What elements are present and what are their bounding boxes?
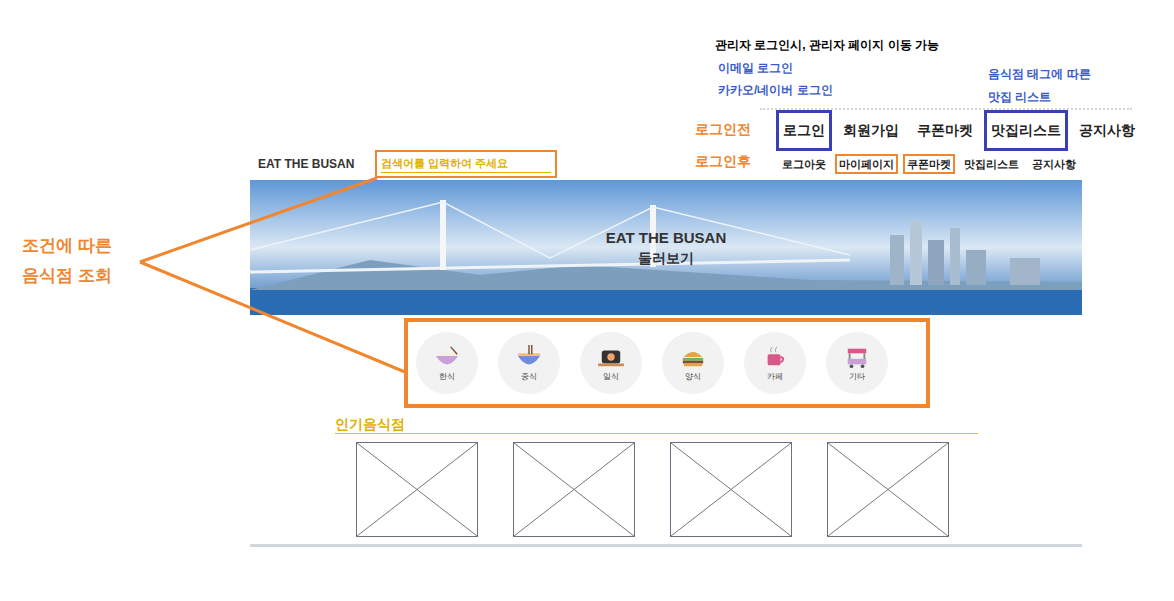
- note-line: 맛집 리스트: [988, 86, 1091, 109]
- restaurant-card[interactable]: [513, 442, 635, 537]
- brand-logo[interactable]: EAT THE BUSAN: [250, 155, 375, 178]
- nav-item[interactable]: 쿠폰마켓: [910, 110, 980, 151]
- before-login-note: 로그인전: [695, 119, 751, 140]
- restaurant-card[interactable]: [356, 442, 478, 537]
- category-button[interactable]: 양식: [662, 332, 724, 394]
- bridge-photo-icon: [250, 180, 1082, 315]
- banner: EAT THE BUSAN둘러보기: [250, 180, 1082, 315]
- page: 로그인회원가입쿠폰마켓맛집리스트공지사항EAT THE BUSAN로그아웃마이페…: [0, 0, 1174, 547]
- category-label: 한식: [439, 372, 455, 382]
- category-button[interactable]: 중식: [498, 332, 560, 394]
- search-condition-note: 조건에 따른음식점 조회: [22, 231, 112, 291]
- food-category-icon: [514, 345, 544, 369]
- category-button[interactable]: 일식: [580, 332, 642, 394]
- category-label: 중식: [521, 372, 537, 382]
- list-note: 음식점 태그에 따른맛집 리스트: [988, 63, 1091, 109]
- nav-item[interactable]: 마이페이지: [835, 154, 898, 175]
- category-button[interactable]: 한식: [416, 332, 478, 394]
- nav-item[interactable]: 맛집리스트: [960, 154, 1023, 175]
- note-line: 이메일 로그인: [718, 57, 833, 79]
- food-category-icon: [596, 345, 626, 369]
- category-button[interactable]: 카페: [744, 332, 806, 394]
- search-input[interactable]: [381, 155, 551, 173]
- popular-cards: [356, 442, 1174, 537]
- footer-line: [250, 544, 1082, 547]
- category-label: 기타: [849, 372, 865, 382]
- note-line: 음식점 조회: [22, 261, 112, 291]
- food-category-icon: [760, 345, 790, 369]
- image-placeholder-icon: [514, 443, 634, 536]
- popular-heading: 인기음식점: [335, 416, 978, 434]
- after-login-note: 로그인후: [695, 151, 751, 172]
- note-line: 카카오/네이버 로그인: [718, 79, 833, 101]
- search-box: [375, 150, 557, 178]
- food-category-icon: [432, 345, 462, 369]
- food-category-icon: [842, 345, 872, 369]
- image-placeholder-icon: [828, 443, 948, 536]
- image-placeholder-icon: [671, 443, 791, 536]
- nav-item[interactable]: 쿠폰마켓: [903, 154, 955, 175]
- nav-before-login: 로그인회원가입쿠폰마켓맛집리스트공지사항: [760, 108, 1132, 150]
- nav-item[interactable]: 로그아웃: [778, 154, 830, 175]
- category-button[interactable]: 기타: [826, 332, 888, 394]
- restaurant-card[interactable]: [827, 442, 949, 537]
- nav-item[interactable]: 로그인: [776, 110, 832, 151]
- nav-item[interactable]: 공지사항: [1072, 110, 1142, 151]
- nav-item[interactable]: 공지사항: [1028, 154, 1080, 175]
- admin-note: 관리자 로그인시, 관리자 페이지 이동 가능: [715, 36, 939, 54]
- pointer-lines-icon: [0, 0, 1174, 601]
- nav-after-login: 로그아웃마이페이지쿠폰마켓맛집리스트공지사항: [778, 154, 1082, 179]
- category-label: 양식: [685, 372, 701, 382]
- login-note: 이메일 로그인카카오/네이버 로그인: [718, 57, 833, 101]
- category-label: 카페: [767, 372, 783, 382]
- nav-item[interactable]: 회원가입: [836, 110, 906, 151]
- note-line: 조건에 따른: [22, 231, 112, 261]
- restaurant-card[interactable]: [670, 442, 792, 537]
- image-placeholder-icon: [357, 443, 477, 536]
- nav-item[interactable]: 맛집리스트: [984, 110, 1068, 151]
- header-bar: EAT THE BUSAN 로그아웃마이페이지쿠폰마켓맛집리스트공지사항: [250, 150, 1082, 178]
- note-line: 음식점 태그에 따른: [988, 63, 1091, 86]
- banner-title: EAT THE BUSAN: [606, 228, 727, 248]
- food-category-icon: [678, 345, 708, 369]
- banner-subtitle: 둘러보기: [638, 248, 694, 268]
- category-panel: 한식 중식 일식 양식 카페 기타: [404, 318, 930, 408]
- category-label: 일식: [603, 372, 619, 382]
